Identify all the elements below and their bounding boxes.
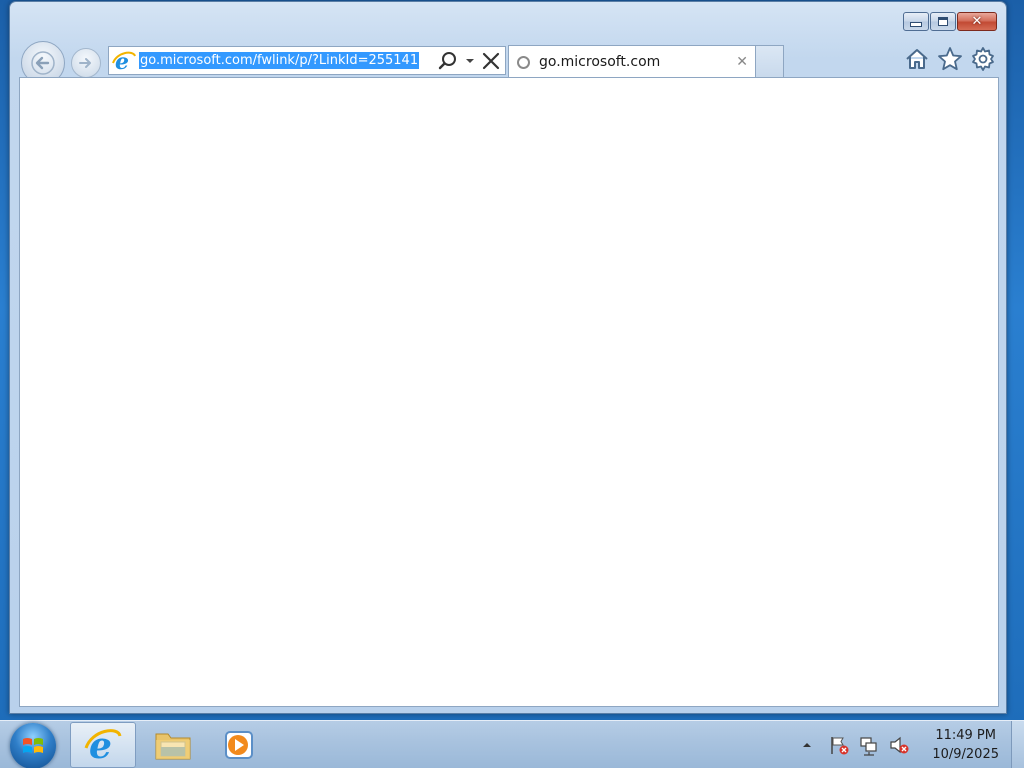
- caption-buttons: ✕: [903, 12, 997, 31]
- address-bar[interactable]: e go.microsoft.com/fwlink/p/?LinkId=2551…: [108, 46, 506, 75]
- close-button[interactable]: ✕: [957, 12, 997, 31]
- minimize-icon: [910, 22, 922, 27]
- address-bar-actions: [437, 47, 501, 74]
- show-hidden-icons-icon[interactable]: [800, 738, 814, 752]
- navigation-bar: e go.microsoft.com/fwlink/p/?LinkId=2551…: [20, 40, 1000, 85]
- maximize-button[interactable]: [930, 12, 956, 31]
- show-desktop-button[interactable]: [1011, 721, 1024, 768]
- volume-muted-icon[interactable]: [888, 734, 910, 756]
- clock-date: 10/9/2025: [932, 747, 999, 762]
- clock-time: 11:49 PM: [935, 728, 996, 743]
- toolbar-icons: [904, 46, 996, 72]
- maximize-icon: [938, 17, 948, 26]
- back-arrow-icon: [31, 51, 55, 75]
- tab-go-microsoft[interactable]: go.microsoft.com ✕: [508, 45, 756, 78]
- network-icon[interactable]: [858, 734, 880, 756]
- minimize-button[interactable]: [903, 12, 929, 31]
- loading-spinner-icon: [517, 55, 530, 69]
- tab-close-icon[interactable]: ✕: [736, 54, 748, 70]
- url-text[interactable]: go.microsoft.com/fwlink/p/?LinkId=255141: [139, 52, 420, 69]
- gear-icon[interactable]: [970, 46, 996, 72]
- file-explorer-icon: [155, 733, 191, 760]
- new-tab-button[interactable]: [756, 45, 784, 78]
- forward-button[interactable]: [71, 48, 101, 78]
- clock[interactable]: 11:49 PM 10/9/2025: [932, 726, 999, 764]
- taskbar: e 11:49 PM 10/9/2025: [0, 720, 1024, 768]
- forward-arrow-icon: [79, 58, 91, 68]
- close-icon: ✕: [971, 14, 983, 29]
- tab-title: go.microsoft.com: [539, 54, 661, 70]
- taskbar-file-explorer[interactable]: [140, 722, 206, 768]
- media-player-icon: [225, 731, 253, 759]
- home-icon[interactable]: [904, 46, 930, 72]
- search-icon[interactable]: [437, 50, 459, 72]
- star-icon[interactable]: [937, 46, 963, 72]
- dropdown-icon[interactable]: [465, 57, 475, 65]
- action-center-flag-icon[interactable]: [828, 734, 850, 756]
- internet-explorer-icon: e: [112, 49, 136, 74]
- system-tray: 11:49 PM 10/9/2025: [800, 721, 1024, 768]
- internet-explorer-icon: e: [84, 725, 122, 766]
- page-content[interactable]: [19, 77, 999, 707]
- browser-window: ✕ e go.microsoft.com/fwlink/p/?LinkId=25…: [9, 1, 1007, 714]
- windows-logo-icon: [23, 738, 43, 753]
- taskbar-media-player[interactable]: [206, 722, 272, 768]
- stop-icon[interactable]: [481, 51, 501, 71]
- taskbar-internet-explorer[interactable]: e: [70, 722, 136, 768]
- start-button[interactable]: [10, 723, 56, 768]
